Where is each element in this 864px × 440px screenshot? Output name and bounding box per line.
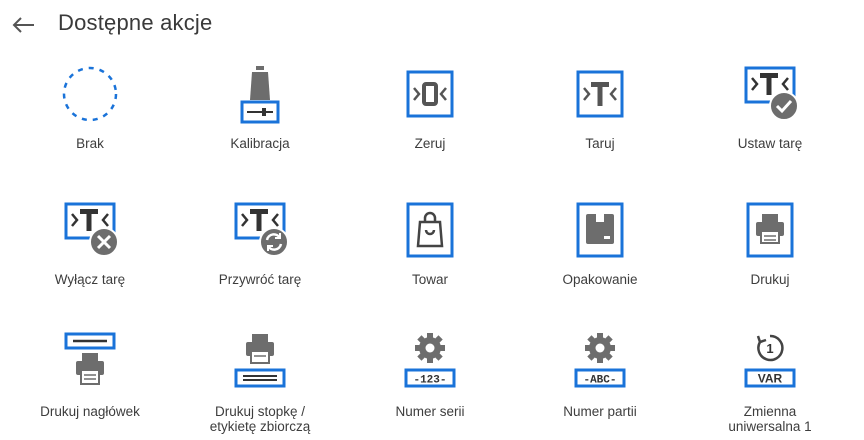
print-footer-icon xyxy=(228,330,292,394)
set-tare-icon xyxy=(738,62,802,126)
variable-index-text: 1 xyxy=(766,341,773,356)
action-label: Opakowanie xyxy=(562,272,638,287)
action-label: Numer partii xyxy=(563,404,637,419)
tare-icon xyxy=(568,62,632,126)
action-label: Kalibracja xyxy=(230,136,290,151)
action-tile-zmienna-uniwersalna[interactable]: 1 VAR Zmienna uniwersalna 1 xyxy=(686,330,854,440)
action-tile-taruj[interactable]: Taruj xyxy=(516,62,684,172)
action-tile-ustaw-tare[interactable]: Ustaw tarę xyxy=(686,62,854,172)
action-tile-drukuj[interactable]: Drukuj xyxy=(686,198,854,308)
action-tile-numer-serii[interactable]: -123- Numer serii xyxy=(346,330,514,440)
batch-badge-text: -ABC- xyxy=(583,375,616,387)
header-bar: Dostępne akcje xyxy=(0,0,864,52)
calibration-weight-icon xyxy=(228,62,292,126)
action-tile-kalibracja[interactable]: Kalibracja xyxy=(176,62,344,172)
empty-circle-icon xyxy=(58,62,122,126)
action-tile-zeruj[interactable]: Zeruj xyxy=(346,62,514,172)
disable-tare-icon xyxy=(58,198,122,262)
product-bag-icon xyxy=(398,198,462,262)
arrow-left-icon[interactable] xyxy=(8,12,38,38)
action-tile-wylacz-tare[interactable]: Wyłącz tarę xyxy=(6,198,174,308)
serial-number-icon: -123- xyxy=(398,330,462,394)
variable-badge-text: VAR xyxy=(758,372,783,386)
print-header-icon xyxy=(58,330,122,394)
action-label: Drukuj xyxy=(750,272,790,287)
action-label: Zeruj xyxy=(414,136,446,151)
zero-icon xyxy=(398,62,462,126)
action-tile-numer-partii[interactable]: -ABC- Numer partii xyxy=(516,330,684,440)
batch-number-icon: -ABC- xyxy=(568,330,632,394)
action-label: Przywróć tarę xyxy=(218,272,302,287)
action-label: Drukuj nagłówek xyxy=(40,404,140,419)
action-label: Brak xyxy=(76,136,104,151)
action-label: Ustaw tarę xyxy=(737,136,803,151)
action-tile-brak[interactable]: Brak xyxy=(6,62,174,172)
page-title: Dostępne akcje xyxy=(58,10,213,35)
action-tile-drukuj-stopke[interactable]: Drukuj stopkę / etykietę zbiorczą xyxy=(176,330,344,440)
action-label: Taruj xyxy=(585,136,615,151)
print-icon xyxy=(738,198,802,262)
action-label: Wyłącz tarę xyxy=(54,272,126,287)
action-tile-opakowanie[interactable]: Opakowanie xyxy=(516,198,684,308)
universal-variable-icon: 1 VAR xyxy=(738,330,802,394)
restore-tare-icon xyxy=(228,198,292,262)
action-label: Numer serii xyxy=(395,404,465,419)
action-tile-drukuj-naglowek[interactable]: Drukuj nagłówek xyxy=(6,330,174,440)
action-label: Towar xyxy=(411,272,448,287)
packaging-box-icon xyxy=(568,198,632,262)
action-tile-przywroc-tare[interactable]: Przywróć tarę xyxy=(176,198,344,308)
serial-badge-text: -123- xyxy=(413,375,446,387)
action-tile-towar[interactable]: Towar xyxy=(346,198,514,308)
